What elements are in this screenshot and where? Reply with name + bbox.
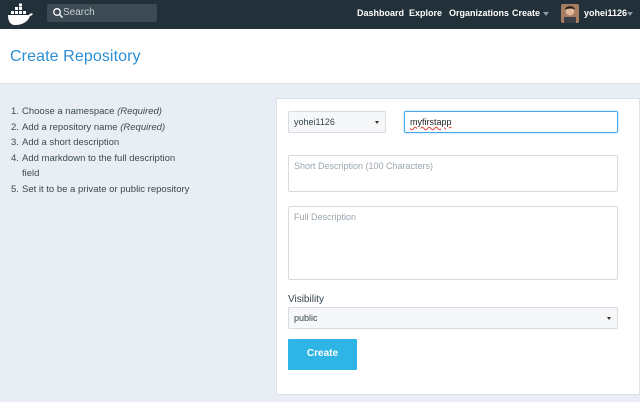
instructions-list: 1. Choose a namespace (Required) 2. Add a … [11, 104, 189, 197]
top-nav-bar: Search Dashboard Explore Organizations C… [0, 0, 640, 29]
list-item: 1. Choose a namespace (Required) [11, 106, 162, 117]
namespace-select[interactable]: yohei1126 [288, 111, 386, 133]
search-placeholder: Search [63, 7, 95, 18]
namespace-value: yohei1126 [294, 117, 335, 127]
create-button[interactable]: Create [288, 339, 357, 370]
user-photo-icon [561, 4, 579, 23]
docker-whale-logo-icon[interactable] [6, 3, 34, 26]
list-item: 4. Add markdown to the full description [11, 152, 176, 164]
user-chevron-down-icon[interactable] [627, 12, 633, 16]
nav-create-link[interactable]: Create [512, 8, 540, 18]
nav-dashboard-link[interactable]: Dashboard [357, 8, 404, 18]
nav-explore-link[interactable]: Explore [409, 8, 442, 18]
repository-name-value: myfirstapp [410, 117, 452, 127]
list-item: 5. Set it to be a private or public repos… [11, 183, 190, 195]
visibility-value: public [294, 313, 318, 323]
page-header: Create Repository [0, 29, 640, 84]
list-item: field [22, 168, 40, 179]
full-description-textarea[interactable]: Full Description [288, 206, 618, 280]
nav-username[interactable]: yohei1126 [584, 8, 627, 18]
avatar[interactable] [561, 4, 579, 23]
page-title: Create Repository [10, 48, 141, 65]
chevron-down-icon [375, 121, 379, 124]
short-description-placeholder: Short Description (100 Characters) [294, 161, 434, 171]
full-description-placeholder: Full Description [294, 212, 357, 222]
repository-name-input[interactable]: myfirstapp [404, 111, 618, 133]
visibility-select[interactable]: public [288, 307, 618, 329]
list-item: 2. Add a repository name (Required) [11, 121, 166, 133]
nav-organizations-link[interactable]: Organizations [449, 8, 509, 18]
list-item: 3. Add a short description [11, 137, 120, 148]
search-input[interactable]: Search [47, 4, 157, 22]
create-chevron-down-icon[interactable] [543, 12, 549, 16]
chevron-down-icon [607, 317, 611, 320]
create-repository-form: yohei1126 myfirstapp Short Description (… [276, 98, 640, 395]
visibility-label: Visibility [288, 294, 324, 305]
short-description-textarea[interactable]: Short Description (100 Characters) [288, 155, 618, 192]
